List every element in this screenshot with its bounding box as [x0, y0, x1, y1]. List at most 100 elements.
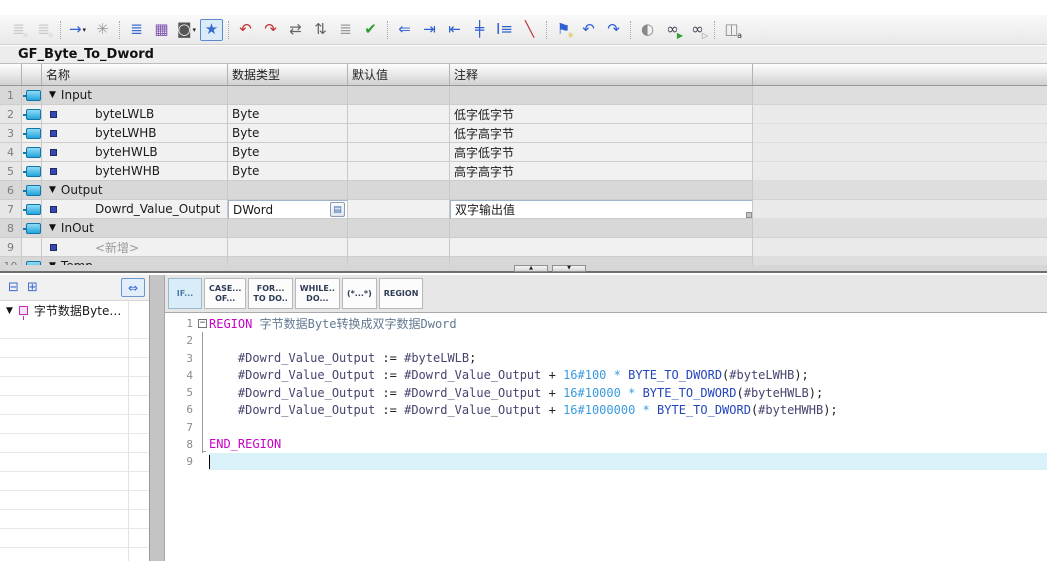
comment-cell[interactable]: 高字高字节 [450, 162, 753, 181]
code-line[interactable]: 2 [165, 332, 1047, 349]
code-line[interactable]: 1−REGION 字节数据Byte转换成双字数据Dword [165, 315, 1047, 332]
section-collapse-icon[interactable]: ▼ [49, 90, 56, 100]
code-line[interactable]: 9 [165, 453, 1047, 470]
comment-cell[interactable] [450, 181, 753, 200]
code-line[interactable]: 6 #Dowrd_Value_Output := #Dowrd_Value_Ou… [165, 401, 1047, 418]
default-value-cell[interactable] [348, 86, 450, 105]
name-cell[interactable]: byteLWLB [42, 105, 228, 124]
datatype-cell[interactable]: Byte [228, 124, 348, 143]
expand-statements-icon[interactable]: ≣ [334, 19, 357, 41]
default-value-cell[interactable] [348, 238, 450, 257]
name-cell[interactable]: byteLWHB [42, 124, 228, 143]
code-line[interactable]: 4 #Dowrd_Value_Output := #Dowrd_Value_Ou… [165, 367, 1047, 384]
tag-name[interactable]: Dowrd_Value_Output [57, 202, 220, 216]
copy-start-values-icon[interactable]: ⇄ [284, 19, 307, 41]
tag-name[interactable]: byteLWLB [57, 107, 154, 121]
table-row[interactable]: 2byteLWLBByte低字低字节 [0, 105, 1047, 124]
goto-definition-icon[interactable]: ⇐ [393, 19, 416, 41]
default-value-cell[interactable] [348, 162, 450, 181]
external-source-icon[interactable]: ▦ [150, 19, 173, 41]
comment-out-icon[interactable]: ╲ [518, 19, 541, 41]
outdent-icon[interactable]: ⇤ [443, 19, 466, 41]
set-bookmark-icon[interactable]: ⚑✳ [552, 19, 575, 41]
format-code-icon[interactable]: ╪ [468, 19, 491, 41]
comment-cell[interactable]: 低字低字节 [450, 105, 753, 124]
absolute-operands-icon[interactable]: I≡ [493, 19, 516, 41]
snippet-case-of[interactable]: CASE...OF... [204, 278, 246, 309]
snippet-comment[interactable]: (*...*) [342, 278, 377, 309]
code-line[interactable]: 8END_REGION [165, 436, 1047, 453]
table-row[interactable]: 1▼Input [0, 86, 1047, 105]
default-value-cell[interactable] [348, 181, 450, 200]
name-cell[interactable]: Dowrd_Value_Output [42, 200, 228, 219]
default-value-cell[interactable] [348, 219, 450, 238]
name-cell[interactable]: byteHWLB [42, 143, 228, 162]
comment-cell[interactable]: 低字高字节 [450, 124, 753, 143]
name-cell[interactable]: ▼Input [42, 86, 228, 105]
code-line[interactable]: 3 #Dowrd_Value_Output := #byteLWLB; [165, 350, 1047, 367]
datatype-cell[interactable]: DWord▤ [228, 200, 348, 219]
default-value-cell[interactable] [348, 124, 450, 143]
insert-row-icon[interactable]: →▾ [66, 19, 89, 41]
table-row[interactable]: 6▼Output [0, 181, 1047, 200]
tag-name[interactable]: byteHWLB [57, 145, 158, 159]
line-number[interactable]: 7 [165, 421, 197, 434]
name-cell[interactable]: byteHWHB [42, 162, 228, 181]
fold-gutter[interactable]: − [197, 315, 209, 332]
name-cell[interactable]: ▼Output [42, 181, 228, 200]
indent-icon[interactable]: ⇥ [418, 19, 441, 41]
comment-cell[interactable]: 双字输出值 [450, 200, 753, 219]
line-number[interactable]: 6 [165, 403, 197, 416]
snippet-region[interactable]: REGION [379, 278, 424, 309]
default-value-cell[interactable] [348, 143, 450, 162]
pane-splitter[interactable]: ▲ ▼ [0, 265, 1047, 273]
line-number[interactable]: 2 [165, 334, 197, 347]
code-line[interactable]: 5 #Dowrd_Value_Output := #Dowrd_Value_Ou… [165, 384, 1047, 401]
comment-cell[interactable] [450, 257, 753, 265]
line-number[interactable]: 9 [165, 455, 197, 468]
previous-bookmark-icon[interactable]: ↶ [577, 19, 600, 41]
table-row[interactable]: 10▼Temp [0, 257, 1047, 265]
name-cell[interactable]: ▼InOut [42, 219, 228, 238]
default-value-cell[interactable] [348, 105, 450, 124]
default-value-cell[interactable] [348, 200, 450, 219]
comment-cell[interactable] [450, 86, 753, 105]
call-environment-icon[interactable]: ◐ [636, 19, 659, 41]
datatype-cell[interactable] [228, 181, 348, 200]
datatype-cell[interactable] [228, 238, 348, 257]
retain-memory-icon[interactable]: ◫a [720, 19, 743, 41]
navigator-region-item[interactable]: ▼ 字节数据Byte… [0, 301, 149, 320]
favorites-icon[interactable]: ★ [200, 19, 223, 41]
sidebar-toggle-button[interactable]: ⇔ [121, 278, 145, 297]
undo-icon[interactable]: ↶ [234, 19, 257, 41]
datatype-cell[interactable] [228, 257, 348, 265]
section-collapse-icon[interactable]: ▼ [49, 185, 56, 195]
datatype-cell[interactable]: Byte [228, 105, 348, 124]
compile-icon[interactable]: ✔ [359, 19, 382, 41]
datatype-cell[interactable]: Byte [228, 162, 348, 181]
comment-cell[interactable] [450, 219, 753, 238]
table-row[interactable]: 4byteHWLBByte高字低字节 [0, 143, 1047, 162]
splitter-collapse-down-button[interactable]: ▼ [552, 265, 586, 272]
tag-name[interactable]: byteHWHB [57, 164, 160, 178]
datatype-dropdown-button[interactable]: ▤ [330, 202, 345, 217]
section-collapse-icon[interactable]: ▼ [49, 223, 56, 233]
code-area[interactable]: 1−REGION 字节数据Byte转换成双字数据Dword 2 3 #Dowrd_V… [165, 313, 1047, 560]
line-number[interactable]: 4 [165, 369, 197, 382]
expand-triangle-icon[interactable]: ▼ [6, 306, 13, 316]
line-number[interactable]: 8 [165, 438, 197, 451]
splitter-collapse-up-button[interactable]: ▲ [514, 265, 548, 272]
snippet-for-to-do[interactable]: FOR...TO DO.. [248, 278, 292, 309]
datatype-cell[interactable]: Byte [228, 143, 348, 162]
table-row[interactable]: 3byteLWHBByte低字高字节 [0, 124, 1047, 143]
datatype-cell[interactable] [228, 219, 348, 238]
datatype-cell[interactable] [228, 86, 348, 105]
snapshot-icon[interactable]: ◙▾ [175, 19, 198, 41]
reset-layout-icon[interactable]: ≣ [125, 19, 148, 41]
name-cell[interactable]: ▼Temp [42, 257, 228, 265]
fold-collapse-icon[interactable]: − [198, 319, 207, 328]
redo-icon[interactable]: ↷ [259, 19, 282, 41]
code-line[interactable]: 7 [165, 419, 1047, 436]
table-row[interactable]: 5byteHWHBByte高字高字节 [0, 162, 1047, 181]
next-bookmark-icon[interactable]: ↷ [602, 19, 625, 41]
